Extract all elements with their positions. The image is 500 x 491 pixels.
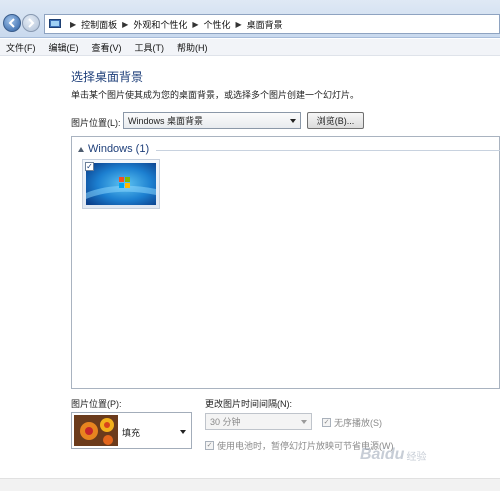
control-panel-icon <box>49 19 61 28</box>
menu-help[interactable]: 帮助(H) <box>177 41 208 54</box>
arrow-left-icon <box>8 18 15 28</box>
menu-bar: 文件(F) 编辑(E) 查看(V) 工具(T) 帮助(H) <box>0 39 500 56</box>
watermark-logo-text: Baidu <box>360 446 405 463</box>
group-divider <box>156 150 500 151</box>
shuffle-checkbox[interactable]: ✓ <box>322 418 331 427</box>
breadcrumb[interactable]: ▶ 控制面板 ▶ 外观和个性化 ▶ 个性化 ▶ 桌面背景 <box>44 14 500 34</box>
chevron-down-icon <box>180 430 186 434</box>
group-header[interactable]: Windows (1) <box>78 143 149 155</box>
baidu-watermark: Baidu 经验 <box>360 446 426 464</box>
wallpaper-thumbnail[interactable]: ✓ <box>82 159 160 209</box>
interval-label: 更改图片时间间隔(N): <box>205 399 292 409</box>
page-subtitle: 单击某个图片使其成为您的桌面背景，或选择多个图片创建一个幻灯片。 <box>71 90 360 100</box>
page-title: 选择桌面背景 <box>71 70 144 84</box>
picture-position-select[interactable]: 填充 <box>71 412 192 449</box>
group-name: Windows (1) <box>88 143 150 155</box>
watermark-sub-text: 经验 <box>406 451 427 463</box>
menu-view[interactable]: 查看(V) <box>92 41 122 54</box>
breadcrumb-item-control-panel[interactable]: 控制面板 <box>81 18 117 31</box>
picture-location-label: 图片位置(L): <box>71 118 121 128</box>
collapse-icon <box>78 146 84 152</box>
picture-gallery[interactable]: Windows (1) ✓ <box>71 136 500 389</box>
shuffle-label: 无序播放(S) <box>334 418 382 428</box>
picture-location-value: Windows 桌面背景 <box>128 116 204 126</box>
picture-location-select[interactable]: Windows 桌面背景 <box>123 112 301 129</box>
chevron-right-icon[interactable]: ▶ <box>236 20 242 29</box>
chevron-right-icon: ▶ <box>70 19 77 29</box>
wallpaper-checkbox[interactable]: ✓ <box>85 162 94 171</box>
interval-select[interactable]: 30 分钟 <box>205 413 312 430</box>
breadcrumb-item-personalization[interactable]: 个性化 <box>204 18 231 31</box>
chevron-right-icon[interactable]: ▶ <box>122 20 128 29</box>
menu-edit[interactable]: 编辑(E) <box>49 41 79 54</box>
menu-file[interactable]: 文件(F) <box>6 41 36 54</box>
address-bar: ▶ 控制面板 ▶ 外观和个性化 ▶ 个性化 ▶ 桌面背景 <box>0 0 500 38</box>
battery-checkbox[interactable]: ✓ <box>205 441 214 450</box>
chevron-down-icon <box>290 119 296 123</box>
breadcrumb-item-appearance[interactable]: 外观和个性化 <box>133 18 187 31</box>
browse-button-label: 浏览(B)... <box>316 116 355 126</box>
windows-wallpaper-image <box>86 163 156 205</box>
shuffle-option[interactable]: ✓ 无序播放(S) <box>322 416 382 429</box>
back-button[interactable] <box>3 14 21 32</box>
footer-bar <box>0 478 500 491</box>
browse-button[interactable]: 浏览(B)... <box>307 112 364 129</box>
picture-position-label: 图片位置(P): <box>71 399 122 409</box>
chevron-down-icon <box>301 420 307 424</box>
interval-value: 30 分钟 <box>210 417 241 427</box>
menu-tools[interactable]: 工具(T) <box>135 41 165 54</box>
arrow-right-icon <box>28 18 35 28</box>
forward-button[interactable] <box>22 14 40 32</box>
breadcrumb-item-desktop-background[interactable]: 桌面背景 <box>247 18 283 31</box>
picture-position-value: 填充 <box>122 428 141 438</box>
fill-preview-image <box>74 415 118 446</box>
chevron-right-icon[interactable]: ▶ <box>192 20 198 29</box>
